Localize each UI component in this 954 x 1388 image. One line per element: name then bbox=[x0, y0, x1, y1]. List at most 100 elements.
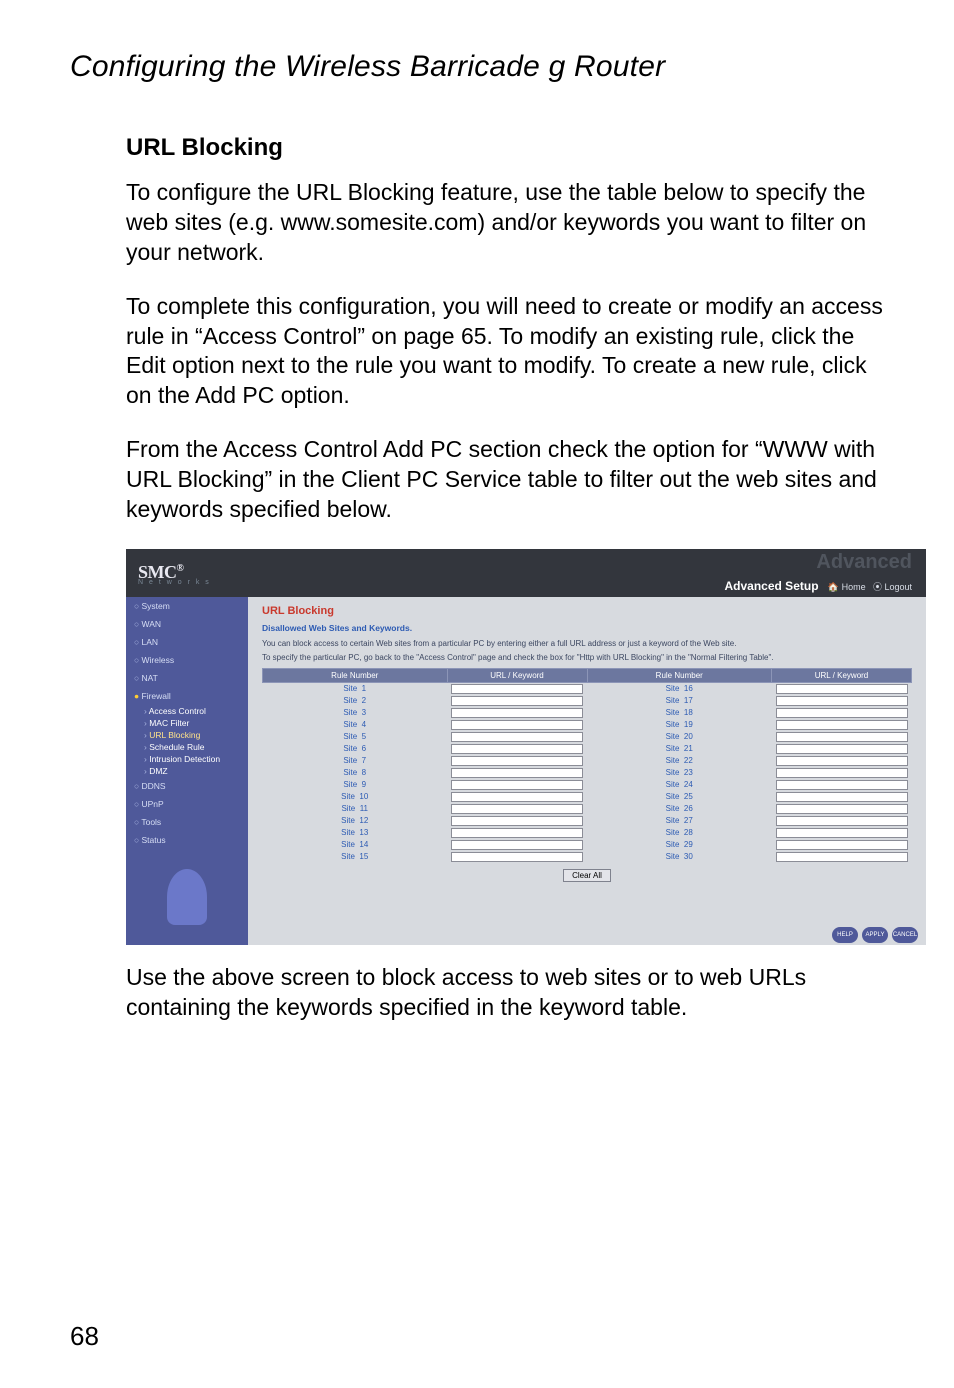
panel-title: URL Blocking bbox=[262, 605, 912, 617]
site-label-right: Site 27 bbox=[587, 815, 772, 827]
clear-all-button[interactable]: Clear All bbox=[563, 869, 611, 882]
paragraph-3: From the Access Control Add PC section c… bbox=[126, 435, 884, 525]
sidebar-item-tools[interactable]: Tools bbox=[126, 813, 248, 831]
th-url-right: URL / Keyword bbox=[772, 668, 912, 682]
sidebar-item-upnp[interactable]: UPnP bbox=[126, 795, 248, 813]
site-label-right: Site 25 bbox=[587, 791, 772, 803]
url-input-right-24[interactable] bbox=[776, 780, 908, 790]
url-input-left-6[interactable] bbox=[451, 744, 583, 754]
url-input-left-13[interactable] bbox=[451, 828, 583, 838]
sidebar-item-system[interactable]: System bbox=[126, 597, 248, 615]
paragraph-1: To configure the URL Blocking feature, u… bbox=[126, 178, 884, 268]
site-label-right: Site 20 bbox=[587, 731, 772, 743]
site-label-right: Site 24 bbox=[587, 779, 772, 791]
url-input-left-3[interactable] bbox=[451, 708, 583, 718]
sidebar-item-firewall[interactable]: Firewall bbox=[126, 687, 248, 705]
url-input-right-21[interactable] bbox=[776, 744, 908, 754]
url-input-right-27[interactable] bbox=[776, 816, 908, 826]
sidebar-figure bbox=[126, 855, 248, 925]
site-label-left: Site 2 bbox=[263, 695, 448, 707]
site-label-right: Site 21 bbox=[587, 743, 772, 755]
site-label-left: Site 11 bbox=[263, 803, 448, 815]
site-label-right: Site 16 bbox=[587, 682, 772, 695]
site-label-right: Site 18 bbox=[587, 707, 772, 719]
home-link[interactable]: 🏠 Home bbox=[828, 582, 866, 592]
url-input-left-8[interactable] bbox=[451, 768, 583, 778]
site-label-left: Site 8 bbox=[263, 767, 448, 779]
cancel-button[interactable]: CANCEL bbox=[892, 927, 918, 943]
site-label-left: Site 4 bbox=[263, 719, 448, 731]
sidebar-sub-url-blocking[interactable]: URL Blocking bbox=[126, 729, 248, 741]
url-input-left-14[interactable] bbox=[451, 840, 583, 850]
router-screenshot: SMC® N e t w o r k s Advanced Advanced S… bbox=[126, 549, 926, 945]
sidebar-sub-schedule-rule[interactable]: Schedule Rule bbox=[126, 741, 248, 753]
site-label-right: Site 19 bbox=[587, 719, 772, 731]
url-input-left-15[interactable] bbox=[451, 852, 583, 862]
site-label-left: Site 12 bbox=[263, 815, 448, 827]
logout-link[interactable]: ⦿ Logout bbox=[873, 582, 912, 592]
sidebar-item-wireless[interactable]: Wireless bbox=[126, 651, 248, 669]
th-url-left: URL / Keyword bbox=[447, 668, 587, 682]
url-input-left-10[interactable] bbox=[451, 792, 583, 802]
site-label-right: Site 29 bbox=[587, 839, 772, 851]
url-input-left-9[interactable] bbox=[451, 780, 583, 790]
url-input-left-11[interactable] bbox=[451, 804, 583, 814]
panel-desc-2: To specify the particular PC, go back to… bbox=[262, 653, 912, 663]
url-input-right-23[interactable] bbox=[776, 768, 908, 778]
site-label-left: Site 7 bbox=[263, 755, 448, 767]
url-input-left-1[interactable] bbox=[451, 684, 583, 694]
networks-label: N e t w o r k s bbox=[138, 579, 211, 586]
url-input-right-28[interactable] bbox=[776, 828, 908, 838]
site-label-right: Site 23 bbox=[587, 767, 772, 779]
site-label-right: Site 17 bbox=[587, 695, 772, 707]
th-rule-right: Rule Number bbox=[587, 668, 772, 682]
url-input-right-26[interactable] bbox=[776, 804, 908, 814]
panel-subtitle: Disallowed Web Sites and Keywords. bbox=[262, 623, 912, 633]
sidebar-item-lan[interactable]: LAN bbox=[126, 633, 248, 651]
url-input-right-25[interactable] bbox=[776, 792, 908, 802]
url-input-left-12[interactable] bbox=[451, 816, 583, 826]
sidebar-sub-access-control[interactable]: Access Control bbox=[126, 705, 248, 717]
paragraph-2: To complete this configuration, you will… bbox=[126, 292, 884, 412]
url-input-right-17[interactable] bbox=[776, 696, 908, 706]
site-label-left: Site 15 bbox=[263, 851, 448, 863]
paragraph-4: Use the above screen to block access to … bbox=[126, 963, 884, 1023]
url-input-right-20[interactable] bbox=[776, 732, 908, 742]
url-input-right-29[interactable] bbox=[776, 840, 908, 850]
url-input-right-22[interactable] bbox=[776, 756, 908, 766]
page-number: 68 bbox=[70, 1321, 99, 1352]
site-label-right: Site 30 bbox=[587, 851, 772, 863]
sidebar-sub-mac-filter[interactable]: MAC Filter bbox=[126, 717, 248, 729]
advanced-setup-label: Advanced Setup 🏠 Home ⦿ Logout bbox=[725, 579, 913, 593]
apply-button[interactable]: APPLY bbox=[862, 927, 888, 943]
url-input-left-7[interactable] bbox=[451, 756, 583, 766]
help-button[interactable]: HELP bbox=[832, 927, 858, 943]
site-label-left: Site 3 bbox=[263, 707, 448, 719]
url-blocking-table: Rule Number URL / Keyword Rule Number UR… bbox=[262, 668, 912, 863]
site-label-right: Site 22 bbox=[587, 755, 772, 767]
sidebar-item-status[interactable]: Status bbox=[126, 831, 248, 849]
site-label-left: Site 10 bbox=[263, 791, 448, 803]
advanced-ghost-text: Advanced bbox=[816, 551, 912, 574]
url-input-left-4[interactable] bbox=[451, 720, 583, 730]
site-label-right: Site 26 bbox=[587, 803, 772, 815]
site-label-left: Site 6 bbox=[263, 743, 448, 755]
site-label-right: Site 28 bbox=[587, 827, 772, 839]
site-label-left: Site 14 bbox=[263, 839, 448, 851]
site-label-left: Site 9 bbox=[263, 779, 448, 791]
url-input-right-18[interactable] bbox=[776, 708, 908, 718]
url-input-right-16[interactable] bbox=[776, 684, 908, 694]
url-input-right-19[interactable] bbox=[776, 720, 908, 730]
sidebar-item-nat[interactable]: NAT bbox=[126, 669, 248, 687]
url-input-left-5[interactable] bbox=[451, 732, 583, 742]
url-input-right-30[interactable] bbox=[776, 852, 908, 862]
sidebar-item-ddns[interactable]: DDNS bbox=[126, 777, 248, 795]
site-label-left: Site 13 bbox=[263, 827, 448, 839]
sidebar-sub-dmz[interactable]: DMZ bbox=[126, 765, 248, 777]
sidebar-item-wan[interactable]: WAN bbox=[126, 615, 248, 633]
sidebar-sub-intrusion[interactable]: Intrusion Detection bbox=[126, 753, 248, 765]
screenshot-header: SMC® N e t w o r k s Advanced Advanced S… bbox=[126, 549, 926, 597]
main-panel: URL Blocking Disallowed Web Sites and Ke… bbox=[248, 597, 926, 945]
url-input-left-2[interactable] bbox=[451, 696, 583, 706]
page-title: Configuring the Wireless Barricade g Rou… bbox=[70, 50, 884, 84]
